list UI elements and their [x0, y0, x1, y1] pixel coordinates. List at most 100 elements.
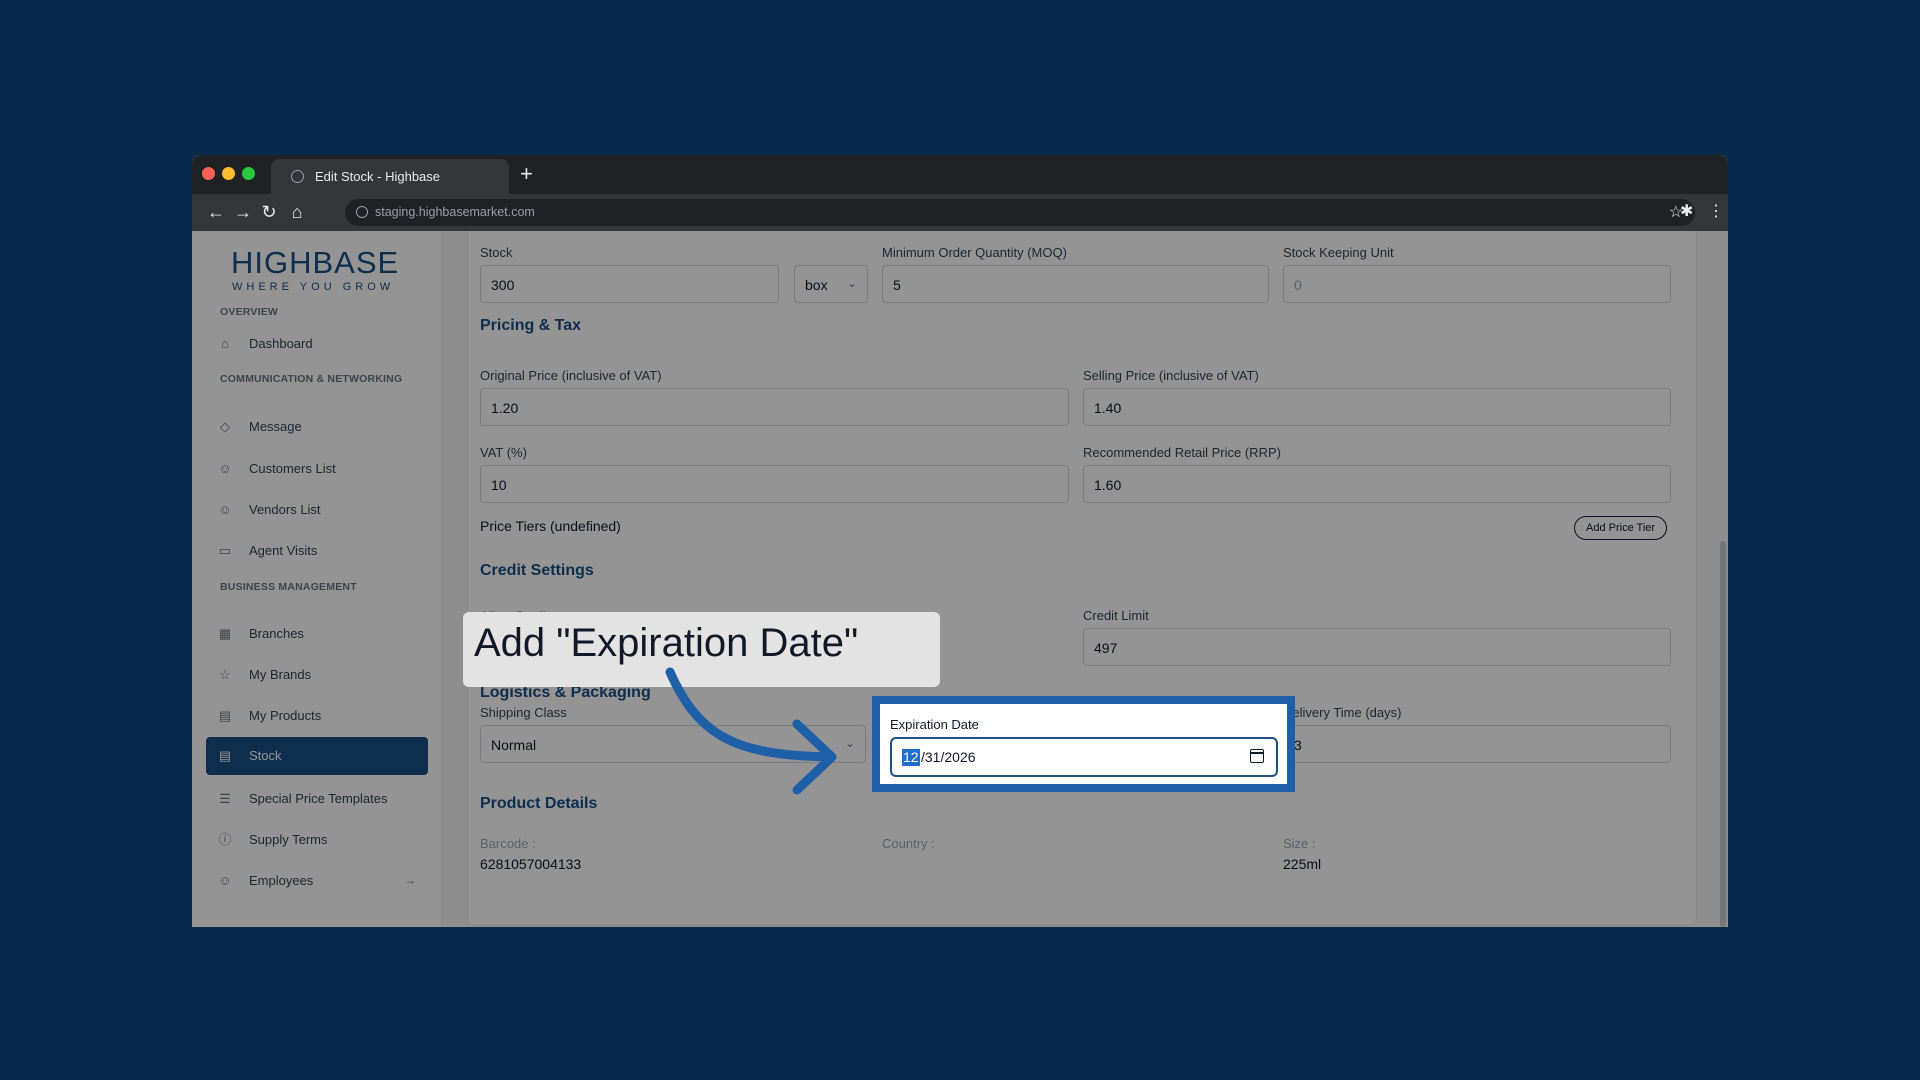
- info-icon: ⓘ: [218, 832, 232, 847]
- section-business: BUSINESS MANAGEMENT: [220, 581, 357, 593]
- country-label: Country :: [882, 836, 935, 851]
- url-text: staging.highbasemarket.com: [375, 205, 535, 219]
- expiration-date-input[interactable]: 12 /31/2026: [890, 737, 1278, 777]
- sidebar-item-dashboard[interactable]: ⌂ Dashboard: [206, 325, 428, 363]
- stock-unit-select[interactable]: box ⌄: [794, 265, 868, 303]
- new-tab-button[interactable]: +: [520, 161, 533, 187]
- credit-heading: Credit Settings: [480, 562, 594, 579]
- delivery-time-value: 3: [1294, 737, 1302, 753]
- page-scrollbar[interactable]: [1720, 541, 1726, 927]
- sidebar-item-vendors[interactable]: ☺ Vendors List: [206, 491, 428, 529]
- browser-toolbar: ← → ↻ ⌂ staging.highbasemarket.com ☆ ✱ ⋮: [192, 194, 1728, 231]
- callout-text: Add "Expiration Date": [474, 621, 859, 665]
- sidebar-item-employees[interactable]: ☺ Employees →: [206, 862, 428, 900]
- address-bar[interactable]: staging.highbasemarket.com ☆: [345, 199, 1695, 226]
- shipping-class-label: Shipping Class: [480, 705, 567, 720]
- sidebar-item-label: My Brands: [249, 667, 312, 682]
- sidebar-item-agent-visits[interactable]: ▭ Agent Visits: [206, 532, 428, 570]
- barcode-value: 6281057004133: [480, 856, 582, 872]
- delivery-time-input[interactable]: 3: [1283, 725, 1671, 763]
- tab-title: Edit Stock - Highbase: [315, 169, 441, 184]
- app-viewport: HIGHBASE WHERE YOU GROW OVERVIEW ⌂ Dashb…: [192, 231, 1728, 927]
- sku-label: Stock Keeping Unit: [1283, 245, 1394, 260]
- original-price-input[interactable]: 1.20: [480, 388, 1069, 426]
- stock-input[interactable]: 300: [480, 265, 779, 303]
- vat-label: VAT (%): [480, 445, 527, 460]
- chevron-down-icon: ⌄: [846, 276, 857, 290]
- sidebar-item-label: Employees: [249, 873, 314, 888]
- sidebar-item-label: Vendors List: [249, 502, 321, 517]
- section-communication: COMMUNICATION & NETWORKING: [220, 373, 403, 385]
- browser-window: Edit Stock - Highbase + ← → ↻ ⌂ staging.…: [192, 155, 1728, 927]
- sidebar-item-label: Stock: [249, 748, 282, 763]
- sidebar-item-branches[interactable]: ▦ Branches: [206, 615, 428, 653]
- home-icon[interactable]: ⌂: [285, 200, 309, 224]
- sku-input[interactable]: 0: [1283, 265, 1671, 303]
- original-price-value: 1.20: [491, 400, 519, 416]
- forward-arrow-icon[interactable]: →: [231, 200, 255, 224]
- sidebar-item-my-products[interactable]: ▤ My Products: [206, 697, 428, 735]
- vat-input[interactable]: 10: [480, 465, 1069, 503]
- rrp-input[interactable]: 1.60: [1083, 465, 1671, 503]
- sidebar-item-label: Special Price Templates: [249, 791, 388, 806]
- edit-stock-form: Stock 300 box ⌄ Minimum Order Quantity (…: [467, 231, 1697, 926]
- sidebar-item-my-brands[interactable]: ☆ My Brands: [206, 656, 428, 694]
- size-value: 225ml: [1283, 856, 1322, 872]
- browser-menu-icon[interactable]: ⋮: [1708, 200, 1724, 224]
- browser-tab[interactable]: Edit Stock - Highbase: [271, 159, 509, 194]
- date-rest-segment[interactable]: /31/2026: [921, 749, 976, 766]
- sidebar-item-message[interactable]: ◇ Message: [206, 408, 428, 446]
- maximize-window-button[interactable]: [242, 167, 255, 180]
- highbase-logo[interactable]: HIGHBASE: [231, 245, 399, 281]
- message-icon: ◇: [220, 419, 230, 434]
- date-month-segment[interactable]: 12: [902, 749, 920, 766]
- moq-input[interactable]: 5: [882, 265, 1269, 303]
- selling-price-input[interactable]: 1.40: [1083, 388, 1671, 426]
- expiration-date-field: Expiration Date 12 /31/2026: [880, 704, 1287, 784]
- moq-value: 5: [893, 277, 901, 293]
- extensions-icon[interactable]: ✱: [1680, 200, 1693, 224]
- reload-icon[interactable]: ↻: [257, 200, 281, 224]
- delivery-time-label: Delivery Time (days): [1283, 705, 1402, 720]
- store-icon: ▦: [218, 626, 232, 641]
- users-icon: ☺: [218, 461, 232, 476]
- back-arrow-icon[interactable]: ←: [204, 200, 228, 224]
- logo-tagline: WHERE YOU GROW: [232, 281, 395, 293]
- sidebar-item-label: Agent Visits: [249, 543, 318, 558]
- chevron-down-icon: ⌄: [844, 736, 855, 750]
- add-price-tier-button[interactable]: Add Price Tier: [1574, 516, 1668, 540]
- selling-price-value: 1.40: [1094, 400, 1122, 416]
- original-price-label: Original Price (inclusive of VAT): [480, 368, 662, 383]
- close-window-button[interactable]: [202, 167, 215, 180]
- sidebar-item-label: Dashboard: [249, 336, 313, 351]
- size-label: Size :: [1283, 836, 1316, 851]
- sidebar-item-label: Message: [249, 419, 302, 434]
- credit-limit-input[interactable]: 497: [1083, 628, 1671, 666]
- vat-value: 10: [491, 477, 507, 493]
- pricing-heading: Pricing & Tax: [480, 317, 582, 334]
- sidebar-item-label: Customers List: [249, 461, 336, 476]
- globe-icon: [291, 170, 304, 183]
- shipping-class-select[interactable]: Normal ⌄: [480, 725, 866, 763]
- minimize-window-button[interactable]: [222, 167, 235, 180]
- stock-value: 300: [491, 277, 515, 293]
- price-tiers-label: Price Tiers (undefined): [480, 518, 621, 534]
- browser-tab-bar: Edit Stock - Highbase +: [192, 155, 1728, 194]
- truck-icon: ▭: [218, 543, 232, 558]
- product-details-heading: Product Details: [480, 795, 598, 812]
- list-icon: ☰: [219, 791, 231, 806]
- calendar-icon[interactable]: [1250, 749, 1264, 763]
- sidebar-item-label: Branches: [249, 626, 304, 641]
- credit-limit-label: Credit Limit: [1083, 608, 1149, 623]
- sidebar-item-customers[interactable]: ☺ Customers List: [206, 450, 428, 488]
- sidebar-item-special-price-templates[interactable]: ☰ Special Price Templates: [206, 780, 428, 818]
- site-info-icon[interactable]: [356, 206, 368, 218]
- credit-limit-value: 497: [1094, 640, 1118, 656]
- instruction-callout: Add "Expiration Date": [463, 612, 940, 687]
- home-icon: ⌂: [221, 336, 229, 351]
- sidebar-item-stock[interactable]: ▤ Stock: [206, 737, 428, 775]
- expiration-date-highlight: Expiration Date 12 /31/2026: [872, 696, 1295, 792]
- sidebar-item-supply-terms[interactable]: ⓘ Supply Terms: [206, 821, 428, 859]
- box-icon: ▤: [218, 748, 232, 763]
- star-icon: ☆: [219, 667, 231, 682]
